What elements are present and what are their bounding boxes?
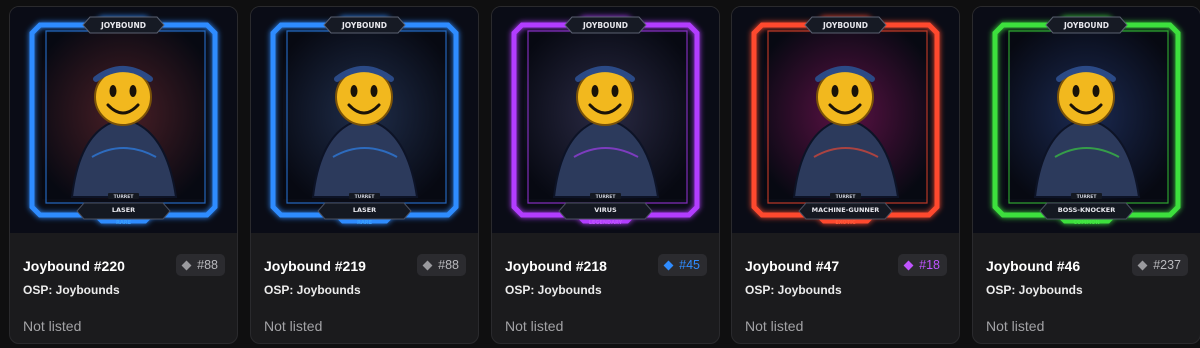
frame-rarity-label: COMMON xyxy=(1073,220,1099,226)
frame-rarity-label: EXOTIC xyxy=(835,220,856,226)
card-artwork[interactable]: JOYBOUND TURRET MACHINE-GUNNER EXOTIC xyxy=(732,7,959,233)
card-info: Joybound #220 #88 OSP: Joybounds Not listed xyxy=(10,233,237,343)
nft-name[interactable]: Joybound #47 xyxy=(745,258,839,274)
frame-type-label: TURRET xyxy=(596,194,617,200)
nft-card[interactable]: JOYBOUND TURRET LASER RARE Joybound #220 #88 O… xyxy=(9,6,238,344)
nft-name[interactable]: Joybound #220 xyxy=(23,258,125,274)
card-image[interactable]: JOYBOUND TURRET VIRUS LEGENDARY xyxy=(492,7,719,233)
listing-status: Not listed xyxy=(986,318,1045,334)
card-image[interactable]: JOYBOUND TURRET MACHINE-GUNNER EXOTIC xyxy=(732,7,959,233)
frame-rarity-label: RARE xyxy=(116,220,132,226)
rank-value: #18 xyxy=(919,258,940,272)
frame-type-label: TURRET xyxy=(1077,194,1098,200)
collection-name[interactable]: OSP: Joybounds xyxy=(505,283,602,297)
listing-status: Not listed xyxy=(505,318,564,334)
frame-weapon-label: BOSS-KNOCKER xyxy=(1058,206,1116,214)
nft-name[interactable]: Joybound #46 xyxy=(986,258,1080,274)
frame-weapon-label: VIRUS xyxy=(594,206,617,214)
rank-diamond-icon xyxy=(663,260,674,270)
nft-name[interactable]: Joybound #218 xyxy=(505,258,607,274)
frame-brand-label: JOYBOUND xyxy=(100,21,146,30)
listing-status: Not listed xyxy=(745,318,804,334)
frame-brand-label: JOYBOUND xyxy=(341,21,387,30)
nft-card[interactable]: JOYBOUND TURRET LASER RARE Joybound #219 #88 O… xyxy=(250,6,479,344)
frame-type-label: TURRET xyxy=(836,194,857,200)
rank-badge: #18 xyxy=(898,254,947,276)
card-image[interactable]: JOYBOUND TURRET LASER RARE xyxy=(251,7,478,233)
nft-name[interactable]: Joybound #219 xyxy=(264,258,366,274)
frame-brand-label: JOYBOUND xyxy=(822,21,868,30)
card-info: Joybound #46 #237 OSP: Joybounds Not listed xyxy=(973,233,1200,343)
collection-name[interactable]: OSP: Joybounds xyxy=(264,283,361,297)
rank-value: #45 xyxy=(679,258,700,272)
rank-badge: #88 xyxy=(417,254,466,276)
card-image[interactable]: JOYBOUND TURRET LASER RARE xyxy=(10,7,237,233)
frame-weapon-label: LASER xyxy=(353,206,376,214)
frame-type-label: TURRET xyxy=(355,194,376,200)
frame-brand-label: JOYBOUND xyxy=(582,21,628,30)
rank-diamond-icon xyxy=(181,260,192,270)
card-artwork[interactable]: JOYBOUND TURRET BOSS-KNOCKER COMMON xyxy=(973,7,1200,233)
card-artwork[interactable]: JOYBOUND TURRET VIRUS LEGENDARY xyxy=(492,7,719,233)
collection-name[interactable]: OSP: Joybounds xyxy=(23,283,120,297)
card-info: Joybound #219 #88 OSP: Joybounds Not listed xyxy=(251,233,478,343)
rank-diamond-icon xyxy=(903,260,914,270)
rank-value: #88 xyxy=(197,258,218,272)
rank-badge: #45 xyxy=(658,254,707,276)
rank-diamond-icon xyxy=(422,260,433,270)
frame-type-label: TURRET xyxy=(114,194,135,200)
nft-card[interactable]: JOYBOUND TURRET MACHINE-GUNNER EXOTIC Joybou… xyxy=(731,6,960,344)
nft-grid: JOYBOUND TURRET LASER RARE Joybound #220 #88 O… xyxy=(0,0,1200,348)
frame-rarity-label: LEGENDARY xyxy=(589,220,623,226)
rank-value: #237 xyxy=(1153,258,1181,272)
card-info: Joybound #218 #45 OSP: Joybounds Not listed xyxy=(492,233,719,343)
frame-weapon-label: LASER xyxy=(112,206,135,214)
card-artwork[interactable]: JOYBOUND TURRET LASER RARE xyxy=(251,7,478,233)
frame-weapon-label: MACHINE-GUNNER xyxy=(812,206,880,214)
card-info: Joybound #47 #18 OSP: Joybounds Not listed xyxy=(732,233,959,343)
rank-badge: #237 xyxy=(1132,254,1188,276)
nft-card[interactable]: JOYBOUND TURRET VIRUS LEGENDARY Joybound #21… xyxy=(491,6,720,344)
nft-card[interactable]: JOYBOUND TURRET BOSS-KNOCKER COMMON Joybound… xyxy=(972,6,1200,344)
rank-diamond-icon xyxy=(1137,260,1148,270)
rank-value: #88 xyxy=(438,258,459,272)
frame-rarity-label: RARE xyxy=(357,220,373,226)
listing-status: Not listed xyxy=(23,318,82,334)
listing-status: Not listed xyxy=(264,318,323,334)
frame-brand-label: JOYBOUND xyxy=(1063,21,1109,30)
card-artwork[interactable]: JOYBOUND TURRET LASER RARE xyxy=(10,7,237,233)
card-image[interactable]: JOYBOUND TURRET BOSS-KNOCKER COMMON xyxy=(973,7,1200,233)
collection-name[interactable]: OSP: Joybounds xyxy=(986,283,1083,297)
rank-badge: #88 xyxy=(176,254,225,276)
collection-name[interactable]: OSP: Joybounds xyxy=(745,283,842,297)
